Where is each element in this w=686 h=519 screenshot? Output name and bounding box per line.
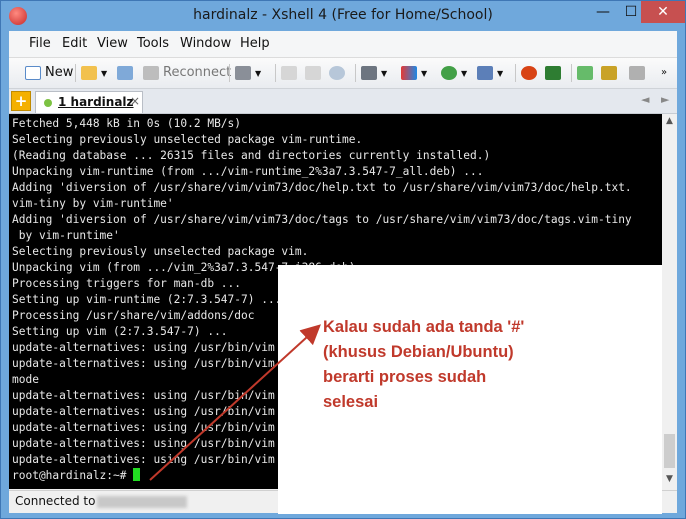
encoding-dropdown-arrow-icon: ▼ [461,69,468,78]
window-title: hardinalz - Xshell 4 (Free for Home/Scho… [193,7,493,23]
tab-bar: + 1 hardinalz × ◄ ► [9,89,677,114]
color-dropdown-arrow-icon: ▼ [421,69,428,78]
print-button[interactable]: ▼ [361,63,387,83]
lock-icon [601,65,617,80]
tab-close-icon[interactable]: × [130,94,140,108]
terminal-line: vim-tiny by vim-runtime' [12,197,174,210]
connection-status: Connected to [15,494,188,508]
print-icon [361,65,377,80]
terminal-line: Selecting previously unselected package … [12,245,309,258]
print-dropdown-arrow-icon: ▼ [381,69,388,78]
properties-icon [235,65,251,80]
new-session-button[interactable]: New [25,63,73,83]
add-tab-button[interactable]: + [11,91,31,111]
terminal-cursor [133,468,141,481]
terminal-line: Fetched 5,448 kB in 0s (10.2 MB/s) [12,117,242,130]
tab-scroll-left-icon[interactable]: ◄ [641,93,649,106]
tab-scroll-right-icon[interactable]: ► [661,93,669,106]
annotation-text: Kalau sudah ada tanda '#' (khusus Debian… [323,318,525,411]
toolbar-separator [515,64,516,82]
script-icon [545,65,561,80]
find-button[interactable] [329,63,349,83]
reconnect-button[interactable]: Reconnect [143,63,231,83]
terminal-line: Adding 'diversion of /usr/share/vim/vim7… [12,181,632,194]
font-dropdown-arrow-icon: ▼ [497,69,504,78]
color-scheme-icon [401,65,417,80]
script-button[interactable] [545,63,565,83]
menu-file[interactable]: File [29,36,51,51]
reconnect-label: Reconnect [163,65,232,80]
menu-help[interactable]: Help [240,36,270,51]
toolbar-separator [355,64,356,82]
open-dropdown-arrow-icon: ▼ [101,69,108,78]
toolbar-overflow-chevron-icon[interactable]: » [661,63,667,83]
menu-edit[interactable]: Edit [62,36,87,51]
globe-icon [441,65,457,80]
scroll-up-icon[interactable]: ▲ [662,116,677,126]
xftp-button[interactable] [521,63,541,83]
keyboard-icon [629,65,645,80]
paste-button[interactable] [305,63,325,83]
search-icon [329,65,345,80]
folder-icon [81,65,97,80]
shell-prompt: root@hardinalz:~# [12,469,134,482]
terminal-line: Adding 'diversion of /usr/share/vim/vim7… [12,213,632,226]
properties-button[interactable]: ▼ [235,63,261,83]
copy-icon [281,65,297,80]
new-label: New [45,65,74,80]
font-icon [477,65,493,80]
menu-window[interactable]: Window [180,36,231,51]
connected-status-icon [44,99,52,107]
terminal-line: (Reading database ... 26315 files and di… [12,149,491,162]
connect-icon [117,65,133,80]
lock-button[interactable] [601,63,621,83]
minimize-button[interactable]: — [589,1,617,23]
layout-button[interactable] [577,63,597,83]
toolbar-separator [571,64,572,82]
keyboard-button[interactable] [629,63,649,83]
terminal-line: Selecting previously unselected package … [12,133,363,146]
copy-button[interactable] [281,63,301,83]
xftp-icon [521,65,537,80]
title-bar[interactable]: hardinalz - Xshell 4 (Free for Home/Scho… [1,1,685,31]
open-folder-button[interactable]: ▼ [81,63,107,83]
toolbar-separator [229,64,230,82]
layout-icon [577,65,593,80]
annotation-box: Kalau sudah ada tanda '#' (khusus Debian… [278,265,662,514]
status-label: Connected to [15,494,96,508]
toolbar-separator [275,64,276,82]
close-button[interactable]: ✕ [641,1,685,23]
redacted-host [97,495,188,508]
font-button[interactable]: ▼ [477,63,503,83]
terminal-line: Unpacking vim-runtime (from .../vim-runt… [12,165,484,178]
connect-button[interactable] [117,63,137,83]
menu-view[interactable]: View [97,36,128,51]
encoding-button[interactable]: ▼ [441,63,467,83]
scroll-down-icon[interactable]: ▼ [662,474,677,484]
properties-dropdown-arrow-icon: ▼ [255,69,262,78]
color-scheme-button[interactable]: ▼ [401,63,427,83]
terminal-line: by vim-runtime' [12,229,120,242]
tab-hardinalz[interactable]: 1 hardinalz × [35,91,143,113]
reconnect-icon [143,65,159,80]
menu-bar: File Edit View Tools Window Help [9,31,677,58]
new-session-icon [25,65,41,80]
paste-icon [305,65,321,80]
toolbar: New ▼ Reconnect ▼ ▼ ▼ ▼ ▼ » [9,58,677,89]
terminal-scrollbar[interactable]: ▲ ▼ [662,114,677,489]
scrollbar-thumb[interactable] [664,434,675,468]
menu-tools[interactable]: Tools [137,36,169,51]
toolbar-separator [75,64,76,82]
tab-label: 1 hardinalz [58,95,134,109]
